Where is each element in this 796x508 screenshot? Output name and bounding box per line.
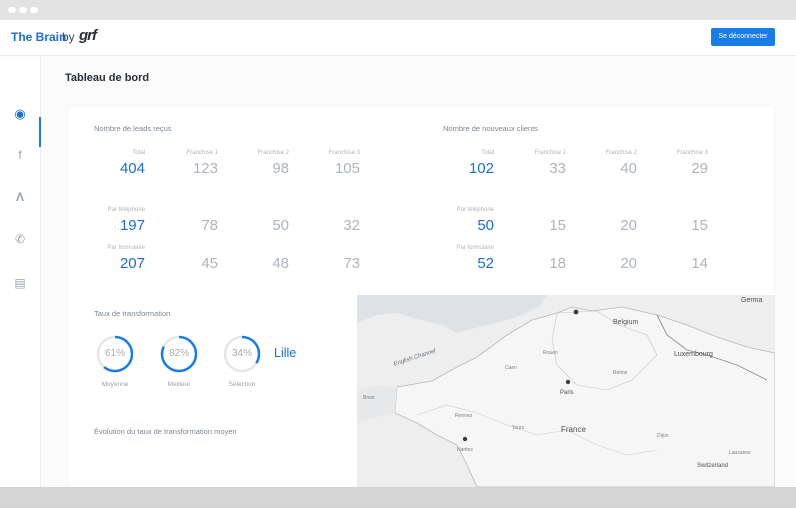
evolution-title: Évolution du taux de transformation moye…: [94, 427, 237, 436]
leads-total-f1: 123: [192, 160, 218, 177]
page-title: Tableau de bord: [65, 72, 150, 84]
leads-col-f2: Franchise 2: [257, 150, 289, 156]
leads-col-total: Total: [132, 150, 145, 156]
map-marker-nantes[interactable]: [462, 436, 468, 442]
selected-city: Lille: [274, 346, 297, 360]
map-label-lausanne: Lausanne: [729, 450, 751, 456]
leads-form-f2: 48: [272, 255, 289, 272]
clients-form-f1: 18: [549, 255, 566, 272]
sidebar-active-indicator: [39, 117, 41, 147]
leads-phone-label: Par téléphone: [107, 207, 145, 213]
clients-form-label: Par formulaire: [456, 245, 494, 251]
leads-form-f1: 45: [201, 255, 218, 272]
clients-form-f3: 14: [691, 255, 708, 272]
map-label-nantes: Nantes: [457, 447, 473, 453]
leads-phone-f2: 50: [272, 217, 289, 234]
leads-phone-f1: 78: [201, 217, 218, 234]
map-marker-lille[interactable]: [573, 309, 579, 315]
leads-form-f3: 73: [343, 255, 360, 272]
leads-total-f2: 98: [272, 160, 289, 177]
map-marker-paris[interactable]: [565, 379, 571, 385]
map-label-tours: Tours: [512, 425, 525, 431]
map-label-germany: Germa: [741, 297, 763, 304]
bottom-bar: [0, 487, 796, 508]
leads-form-label: Par formulaire: [107, 245, 145, 251]
window-maximize-dot[interactable]: [30, 7, 38, 13]
brand-name[interactable]: The Brain: [11, 30, 66, 44]
map-label-paris: Paris: [560, 390, 574, 396]
map-label-rennes: Rennes: [455, 413, 473, 419]
clients-title: Nombre de nouveaux clients: [443, 124, 539, 133]
adwords-icon[interactable]: Λ: [10, 187, 30, 207]
gauge-average-label: Moyenne: [101, 381, 129, 388]
map-land: [394, 306, 775, 487]
gauge-selection-label: Sélection: [228, 381, 256, 388]
clients-total-f2: 40: [620, 160, 637, 177]
map[interactable]: Germa Belgium Luxembourg Paris France En…: [357, 295, 775, 487]
clients-total-f1: 33: [549, 160, 566, 177]
map-england: [357, 295, 547, 333]
map-label-rouen: Rouen: [543, 350, 558, 356]
leads-phone-f3: 32: [343, 217, 360, 234]
clients-phone-total: 50: [477, 217, 494, 234]
map-label-luxembourg: Luxembourg: [674, 351, 713, 358]
leads-title: Nombre de leads reçus: [94, 124, 172, 133]
map-label-reims: Reims: [613, 370, 628, 376]
map-label-belgium: Belgium: [613, 319, 639, 326]
brand-by: by: [62, 30, 75, 44]
logout-button[interactable]: Se déconnecter: [711, 28, 775, 46]
grf-logo: grf: [79, 27, 97, 44]
map-label-dijon: Dijon: [657, 433, 669, 439]
map-label-france: France: [561, 425, 586, 434]
clients-col-f3: Franchise 3: [676, 150, 708, 156]
top-bar: The Brain by grf Se déconnecter: [0, 20, 796, 56]
gauge-average-pct: 61%: [104, 348, 125, 359]
clients-form-f2: 20: [620, 255, 637, 272]
clients-col-f1: Franchise 1: [534, 150, 566, 156]
leads-form-total: 207: [119, 255, 145, 272]
gauge-selection-pct: 34%: [231, 348, 252, 359]
facebook-icon[interactable]: f: [10, 145, 30, 165]
dashboard-icon[interactable]: ◉: [10, 104, 30, 124]
gauge-best-pct: 82%: [168, 348, 189, 359]
window-chrome: [0, 0, 796, 20]
clients-phone-f1: 15: [549, 217, 566, 234]
sidebar: ◉ f Λ ✆ ▤: [0, 57, 41, 487]
window-close-dot[interactable]: [8, 7, 16, 13]
leads-col-f1: Franchise 1: [186, 150, 218, 156]
clients-col-total: Total: [481, 150, 494, 156]
map-label-brest: Brest: [363, 395, 375, 401]
browser-window: The Brain by grf Se déconnecter ◉ f Λ ✆ …: [0, 0, 796, 508]
clients-total: 102: [468, 160, 494, 177]
clients-phone-f2: 20: [620, 217, 637, 234]
leads-total: 404: [119, 160, 145, 177]
clients-phone-label: Par téléphone: [456, 207, 494, 213]
leads-phone-total: 197: [119, 217, 145, 234]
transformation-title: Taux de transformation: [94, 309, 171, 318]
window-minimize-dot[interactable]: [19, 7, 27, 13]
phone-icon[interactable]: ✆: [10, 229, 30, 249]
map-brittany-sea: [357, 385, 397, 423]
leads-total-f3: 105: [334, 160, 360, 177]
form-icon[interactable]: ▤: [10, 273, 30, 293]
gauge-best-label: Meilleur: [167, 381, 191, 388]
clients-total-f3: 29: [691, 160, 708, 177]
map-label-caen: Caen: [505, 365, 517, 371]
map-label-switzerland: Switzerland: [697, 463, 729, 469]
clients-col-f2: Franchise 2: [605, 150, 637, 156]
clients-form-total: 52: [477, 255, 494, 272]
clients-phone-f3: 15: [691, 217, 708, 234]
leads-col-f3: Franchise 3: [328, 150, 360, 156]
